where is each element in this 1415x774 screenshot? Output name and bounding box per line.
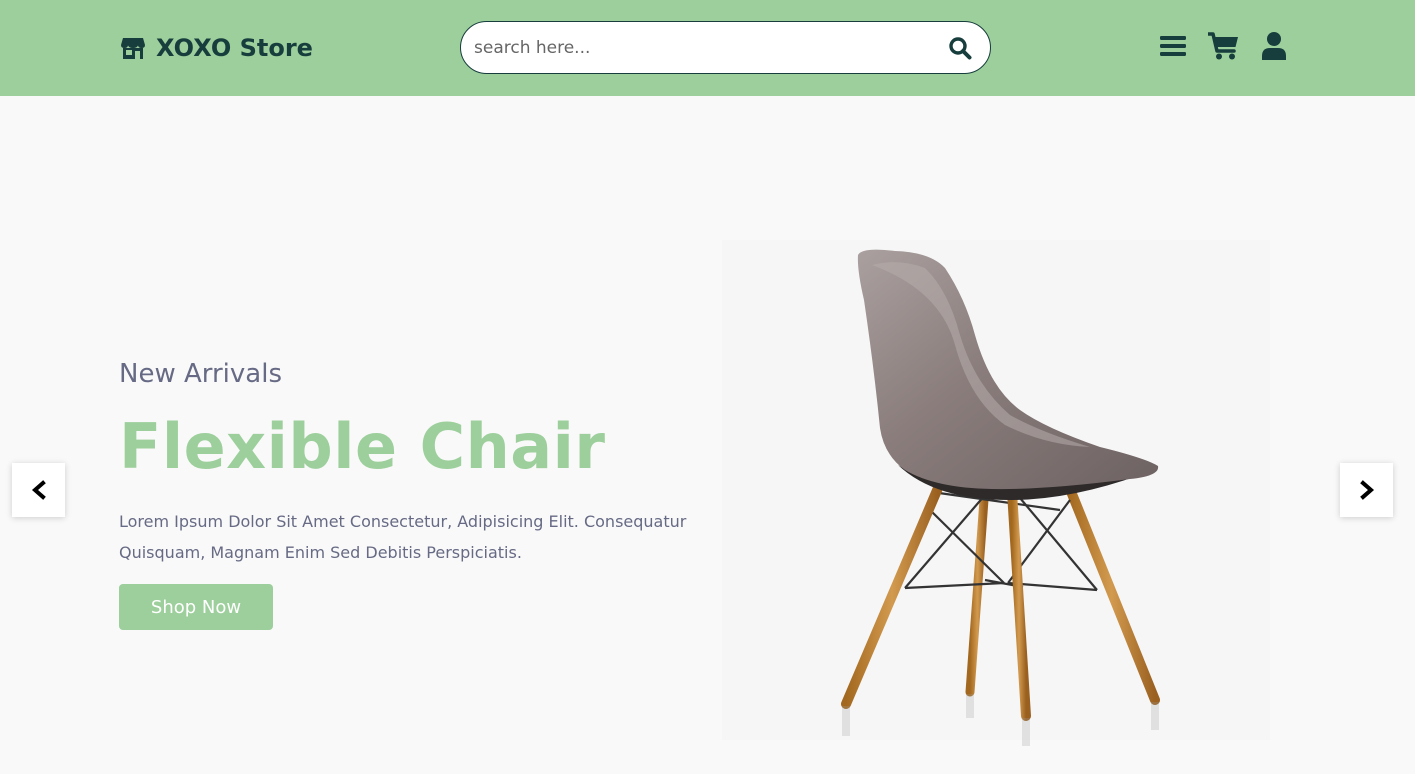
site-header: XOXO Store: [0, 0, 1415, 96]
logo-text: XOXO Store: [156, 34, 313, 62]
chevron-right-icon: [1359, 480, 1374, 500]
cart-button[interactable]: [1208, 31, 1240, 61]
hero-content: New Arrivals Flexible Chair Lorem Ipsum …: [119, 356, 689, 630]
user-icon: [1262, 32, 1286, 60]
chair-image: [715, 150, 1290, 770]
hero-eyebrow: New Arrivals: [119, 359, 282, 389]
chevron-left-icon: [31, 480, 46, 500]
search-input[interactable]: [474, 37, 948, 58]
header-actions: [1159, 31, 1288, 61]
search-icon[interactable]: [948, 36, 972, 60]
shop-now-button[interactable]: Shop Now: [119, 584, 273, 630]
logo[interactable]: XOXO Store: [120, 28, 313, 68]
menu-icon: [1160, 36, 1186, 56]
hero-title: Flexible Chair: [119, 410, 606, 483]
hero-description: Lorem Ipsum Dolor Sit Amet Consectetur, …: [119, 512, 687, 562]
account-button[interactable]: [1260, 31, 1288, 61]
menu-button[interactable]: [1159, 31, 1187, 61]
carousel-prev-button[interactable]: [12, 463, 65, 517]
search-bar: [460, 21, 991, 74]
cart-icon: [1208, 32, 1238, 60]
store-icon: [121, 38, 145, 59]
carousel-next-button[interactable]: [1340, 463, 1393, 517]
